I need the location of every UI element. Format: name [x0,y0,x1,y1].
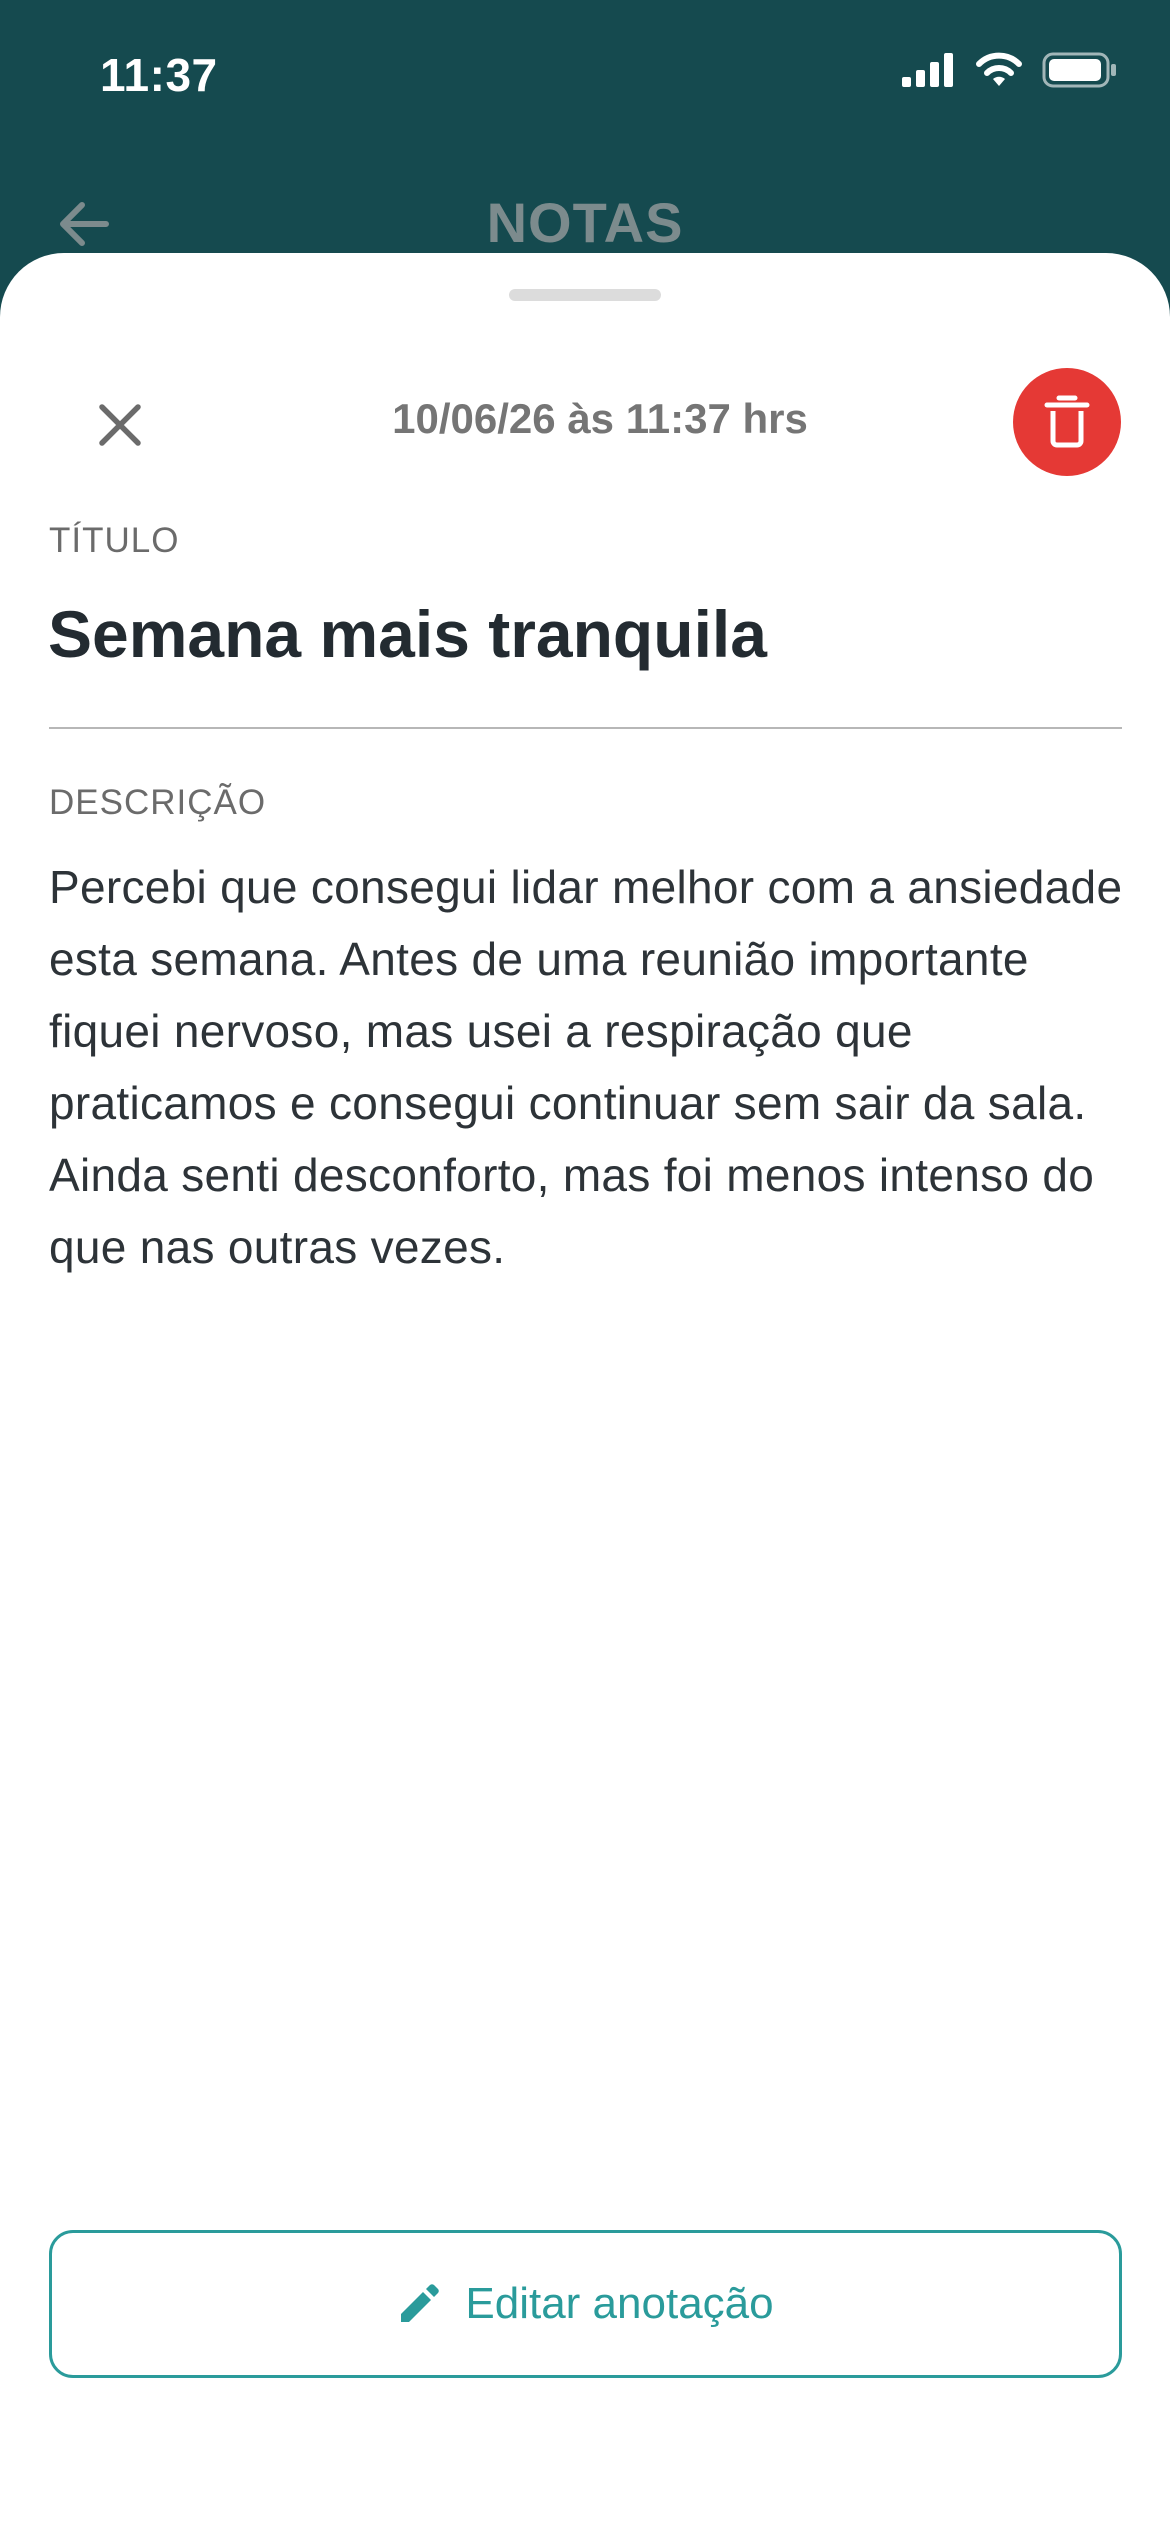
description-label: DESCRIÇÃO [49,783,267,822]
status-icons [902,52,1118,88]
note-title: Semana mais tranquila [48,597,767,671]
note-date: 10/06/26 às 11:37 hrs [392,395,808,442]
divider [49,727,1122,729]
cellular-signal-icon [902,53,953,87]
sheet-grabber[interactable] [509,289,661,301]
delete-button[interactable] [1013,368,1121,476]
trash-icon [1044,395,1090,448]
pencil-icon [401,2284,440,2322]
edit-note-label: Editar anotação [465,2279,774,2328]
note-description: Percebi que consegui lidar melhor com a … [49,861,1123,1273]
screen: 11:37 NOTAS 10/06/26 às 11:37 hrs TÍTULO… [0,0,1170,2532]
note-detail-sheet: 10/06/26 às 11:37 hrs TÍTULO Semana mais… [0,253,1170,2532]
status-time: 11:37 [100,49,218,101]
wifi-icon [976,52,1022,86]
header-title: NOTAS [486,191,684,254]
battery-icon [1042,52,1116,88]
title-label: TÍTULO [49,521,180,560]
edit-note-button[interactable]: Editar anotação [49,2230,1122,2378]
